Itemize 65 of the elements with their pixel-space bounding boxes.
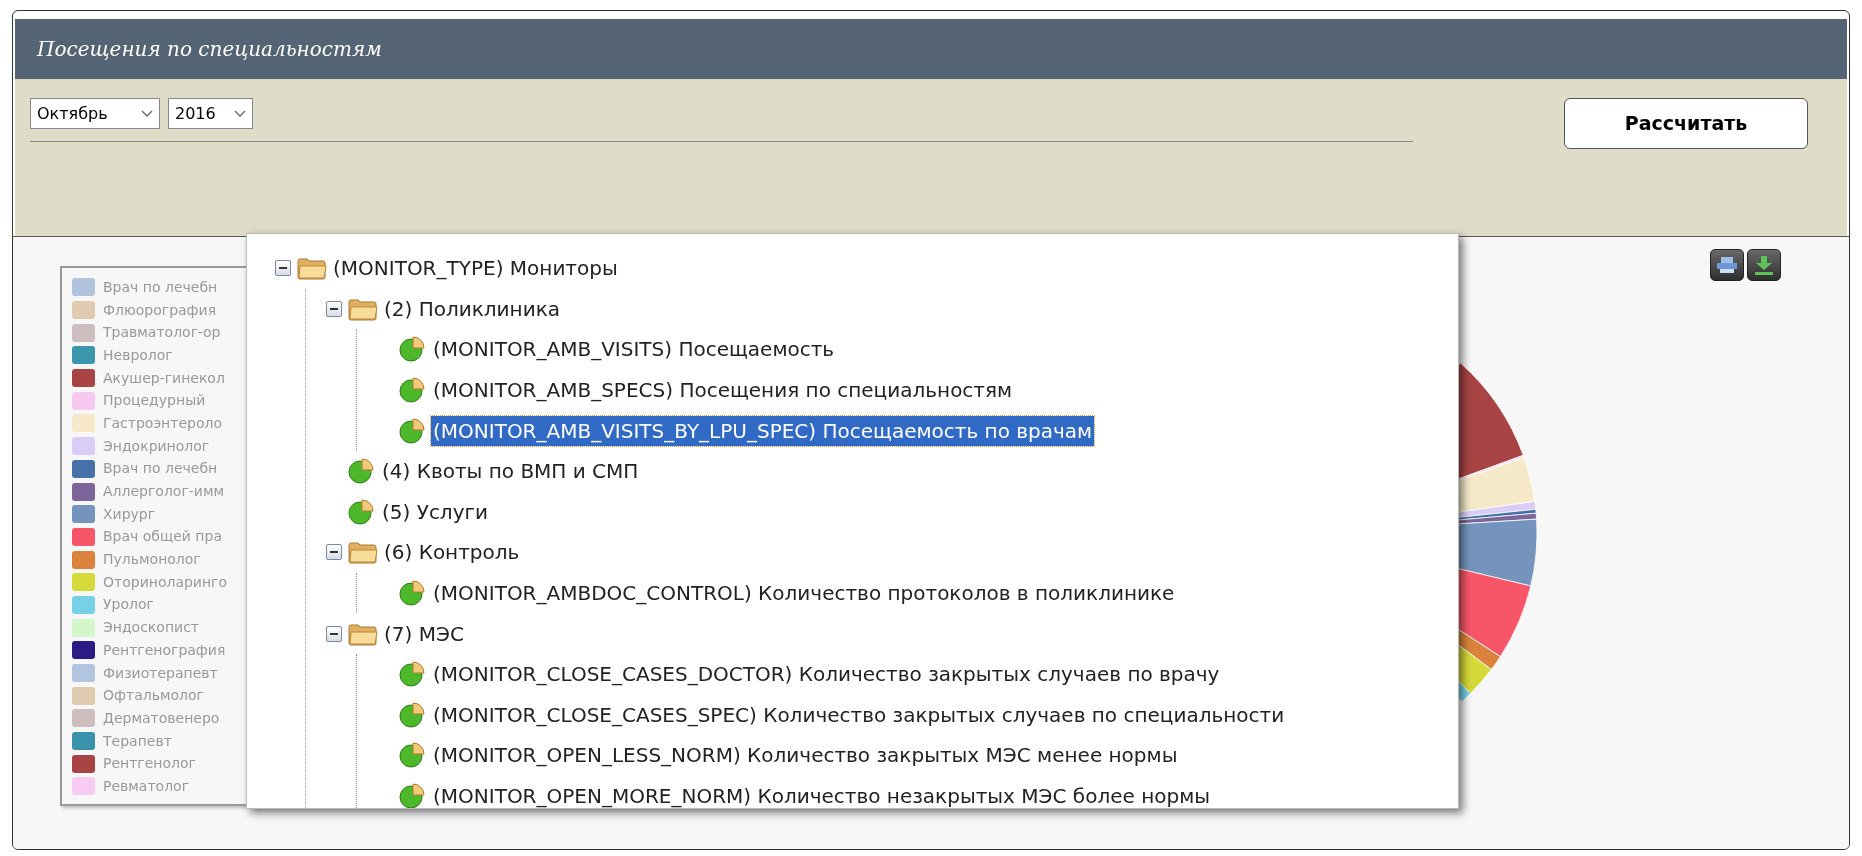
- legend-label: Пульмонолог: [103, 550, 201, 570]
- tree-item[interactable]: (2) Поликлиника: [382, 293, 562, 324]
- legend-label: Дерматовенеро: [103, 708, 220, 728]
- tree-item[interactable]: (MONITOR_AMB_VISITS) Посещаемость: [431, 334, 837, 365]
- pie-chart-icon: [399, 416, 427, 445]
- chevron-icon: [234, 109, 246, 118]
- folder-icon: [348, 540, 378, 565]
- tree-item[interactable]: (4) Квоты по ВМП и СМП: [380, 456, 641, 487]
- tree-item[interactable]: (MONITOR_TYPE) Мониторы: [331, 253, 620, 284]
- tree-item[interactable]: (MONITOR_OPEN_MORE_NORM) Количество незакрытых МЭС более нормы: [431, 781, 1213, 808]
- legend-label: Эндоскопист: [103, 618, 199, 638]
- pie-chart-icon: [399, 700, 427, 729]
- legend-label: Офтальмолог: [103, 686, 204, 706]
- folder-icon: [348, 296, 378, 321]
- download-icon: [1753, 255, 1775, 275]
- year-select[interactable]: 2016: [168, 98, 253, 129]
- legend-label: Ревматолог: [103, 776, 190, 796]
- printer-icon: [1716, 256, 1738, 274]
- page-title: Посещения по специальностям: [37, 36, 382, 63]
- legend-label: Травматолог-ор: [103, 323, 221, 343]
- legend-label: Врач по лечебн: [103, 459, 218, 479]
- pie-chart-icon: [399, 660, 427, 689]
- legend-label: Рентгенолог: [103, 754, 196, 774]
- tree-item[interactable]: (6) Контроль: [382, 537, 522, 568]
- legend-label: Гастроэнтероло: [103, 413, 222, 433]
- folder-icon: [297, 256, 327, 281]
- folder-icon: [348, 621, 378, 646]
- tree-item[interactable]: (MONITOR_AMB_SPECS) Посещения по специальностям: [431, 375, 1015, 406]
- legend-label: Оториноларинго: [103, 572, 228, 592]
- collapse-toggle[interactable]: [275, 260, 291, 277]
- pie-chart-icon: [399, 782, 427, 808]
- print-button[interactable]: [1710, 249, 1744, 281]
- calculate-button[interactable]: Рассчитать: [1564, 98, 1808, 149]
- tree-item[interactable]: (MONITOR_AMBDOC_CONTROL) Количество протоколов в поликлинике: [431, 578, 1177, 609]
- legend-label: Рентгенография: [103, 640, 226, 660]
- legend-label: Акушер-гинекол: [103, 368, 225, 388]
- legend-label: Уролог: [103, 595, 154, 615]
- pie-chart-icon: [348, 497, 376, 526]
- legend-label: Врач по лечебн: [103, 277, 218, 297]
- pie-chart-icon: [399, 741, 427, 770]
- tree-item[interactable]: (MONITOR_CLOSE_CASES_DOCTOR) Количество закрытых случаев по врачу: [431, 659, 1222, 690]
- collapse-toggle[interactable]: [326, 544, 342, 561]
- legend-label: Хирург: [103, 504, 156, 524]
- pie-chart-icon: [399, 335, 427, 364]
- pie-chart-icon: [399, 376, 427, 405]
- tree-item[interactable]: (MONITOR_CLOSE_CASES_SPEC) Количество закрытых случаев по специальности: [431, 699, 1287, 730]
- legend-label: Аллерголог-имм: [103, 482, 225, 502]
- tree-item[interactable]: (5) Услуги: [380, 496, 490, 527]
- collapse-toggle[interactable]: [326, 300, 342, 317]
- pie-chart-icon: [348, 457, 376, 486]
- legend-label: Врач общей пра: [103, 527, 222, 547]
- chevron-icon: [141, 109, 153, 118]
- legend-label: Процедурный: [103, 391, 206, 411]
- month-select[interactable]: Октябрь: [30, 98, 160, 129]
- collapse-toggle[interactable]: [326, 625, 342, 642]
- download-button[interactable]: [1747, 249, 1781, 281]
- tree-item[interactable]: (MONITOR_OPEN_LESS_NORM) Количество закрытых МЭС менее нормы: [431, 740, 1180, 771]
- legend-label: Эндокринолог: [103, 436, 210, 456]
- pie-chart-icon: [399, 579, 427, 608]
- legend-label: Терапевт: [103, 731, 172, 751]
- tree-item[interactable]: (MONITOR_AMB_VISITS_BY_LPU_SPEC) Посещаемость по врачам: [431, 415, 1095, 446]
- legend-label: Физиотерапевт: [103, 663, 218, 683]
- legend-label: Флюорография: [103, 300, 217, 320]
- tree-item[interactable]: (7) МЭС: [382, 618, 466, 649]
- legend-label: Невролог: [103, 345, 173, 365]
